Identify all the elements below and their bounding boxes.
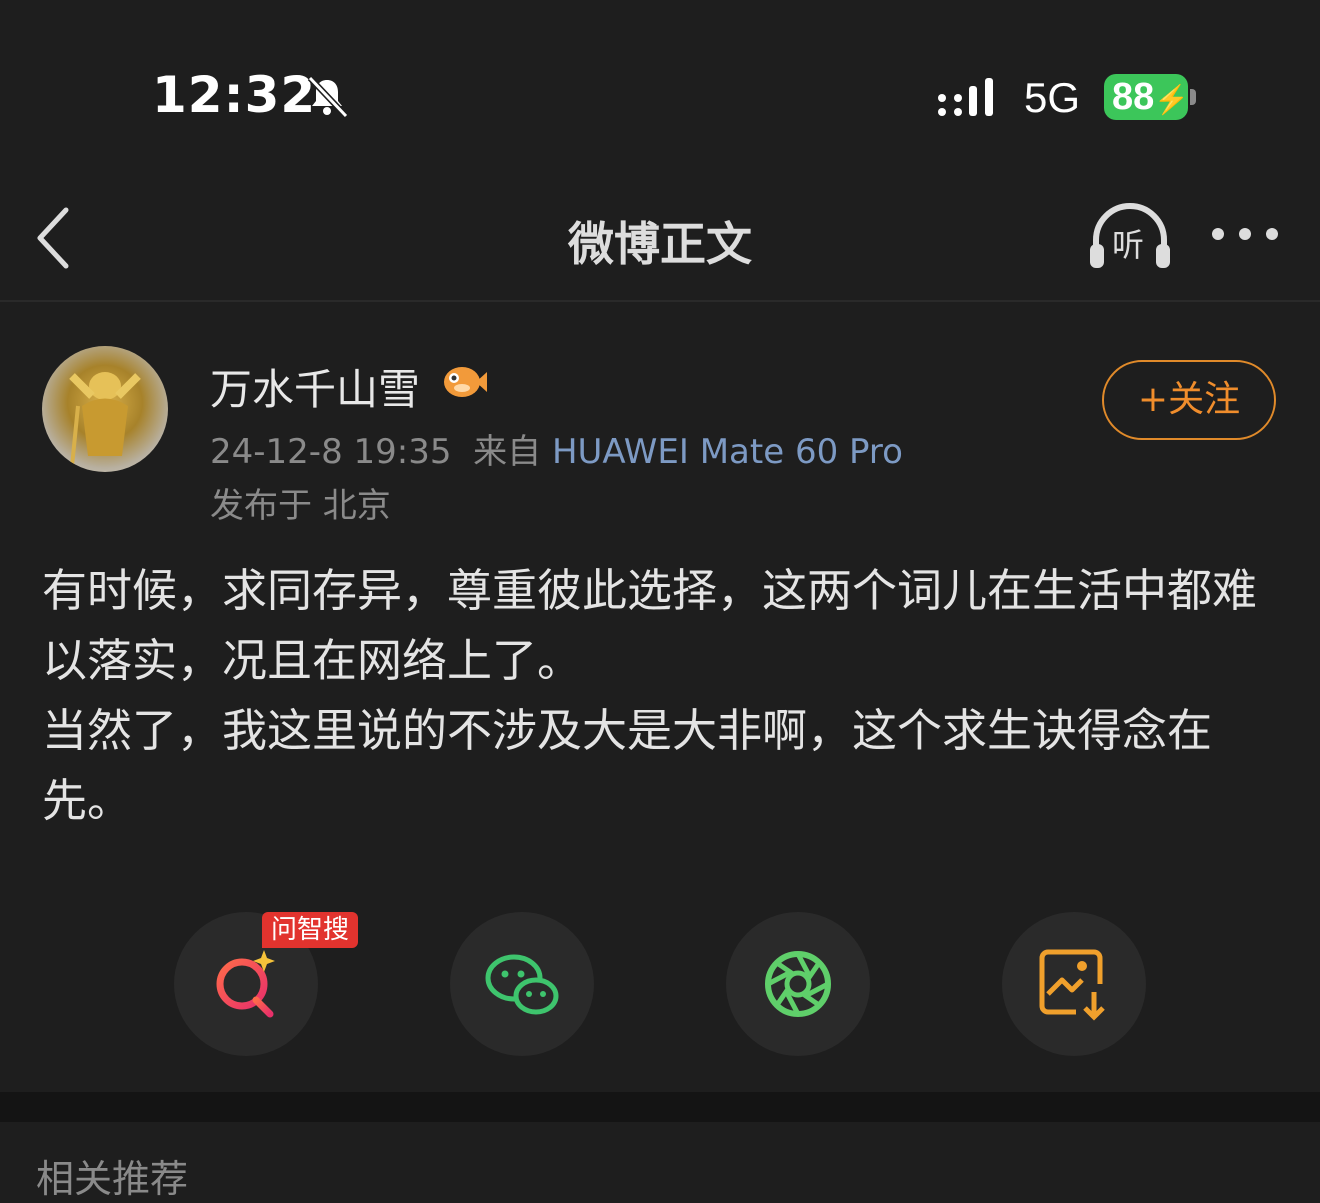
section-divider	[0, 1092, 1320, 1122]
battery-level: 88	[1112, 76, 1155, 118]
device-link[interactable]: HUAWEI Mate 60 Pro	[552, 432, 903, 472]
avatar[interactable]	[42, 346, 168, 472]
save-image-icon	[1039, 949, 1105, 1021]
post-paragraph: 当然了，我这里说的不涉及大是大非啊，这个求生诀得念在先。	[42, 704, 1213, 827]
wechat-icon	[485, 954, 559, 1015]
nav-bar: 微博正文 听	[0, 190, 1320, 302]
network-type: 5G	[1024, 74, 1081, 121]
listen-label: 听	[1112, 226, 1145, 264]
post-paragraph: 有时候，求同存异，尊重彼此选择，这两个词儿在生活中都难以落实，况且在网络上了。	[42, 564, 1258, 687]
fish-badge-icon	[444, 367, 487, 397]
more-icon[interactable]	[1210, 226, 1280, 242]
source-prefix: 来自	[473, 432, 542, 472]
ai-search-icon	[216, 950, 275, 1018]
bell-muted-icon	[307, 75, 349, 119]
author-name[interactable]: 万水千山雪	[210, 356, 420, 417]
battery-cap	[1190, 89, 1196, 105]
post-date: 24-12-8 19:35	[210, 432, 452, 472]
moments-share-button[interactable]	[726, 912, 870, 1056]
post-location: 发布于 北京	[210, 486, 391, 526]
signal-icon	[938, 78, 993, 116]
wechat-share-button[interactable]	[450, 912, 594, 1056]
post-meta: 24-12-8 19:35 来自 HUAWEI Mate 60 Pro	[210, 424, 903, 473]
follow-button[interactable]: +关注	[1102, 360, 1276, 440]
avatar-figure	[69, 372, 141, 467]
clock: 12:32	[152, 66, 317, 124]
battery-indicator: 88⚡	[1104, 74, 1190, 120]
moments-icon	[765, 951, 831, 1017]
save-image-button[interactable]	[1002, 912, 1146, 1056]
related-section-title: 相关推荐	[36, 1157, 189, 1201]
post-body: 有时候，求同存异，尊重彼此选择，这两个词儿在生活中都难以落实，况且在网络上了。 …	[42, 556, 1262, 836]
share-actions: 问智搜	[0, 912, 1320, 1058]
charging-icon: ⚡	[1154, 84, 1190, 115]
ai-search-tag: 问智搜	[262, 912, 358, 948]
status-bar: 12:32 5G 88⚡	[0, 0, 1320, 190]
